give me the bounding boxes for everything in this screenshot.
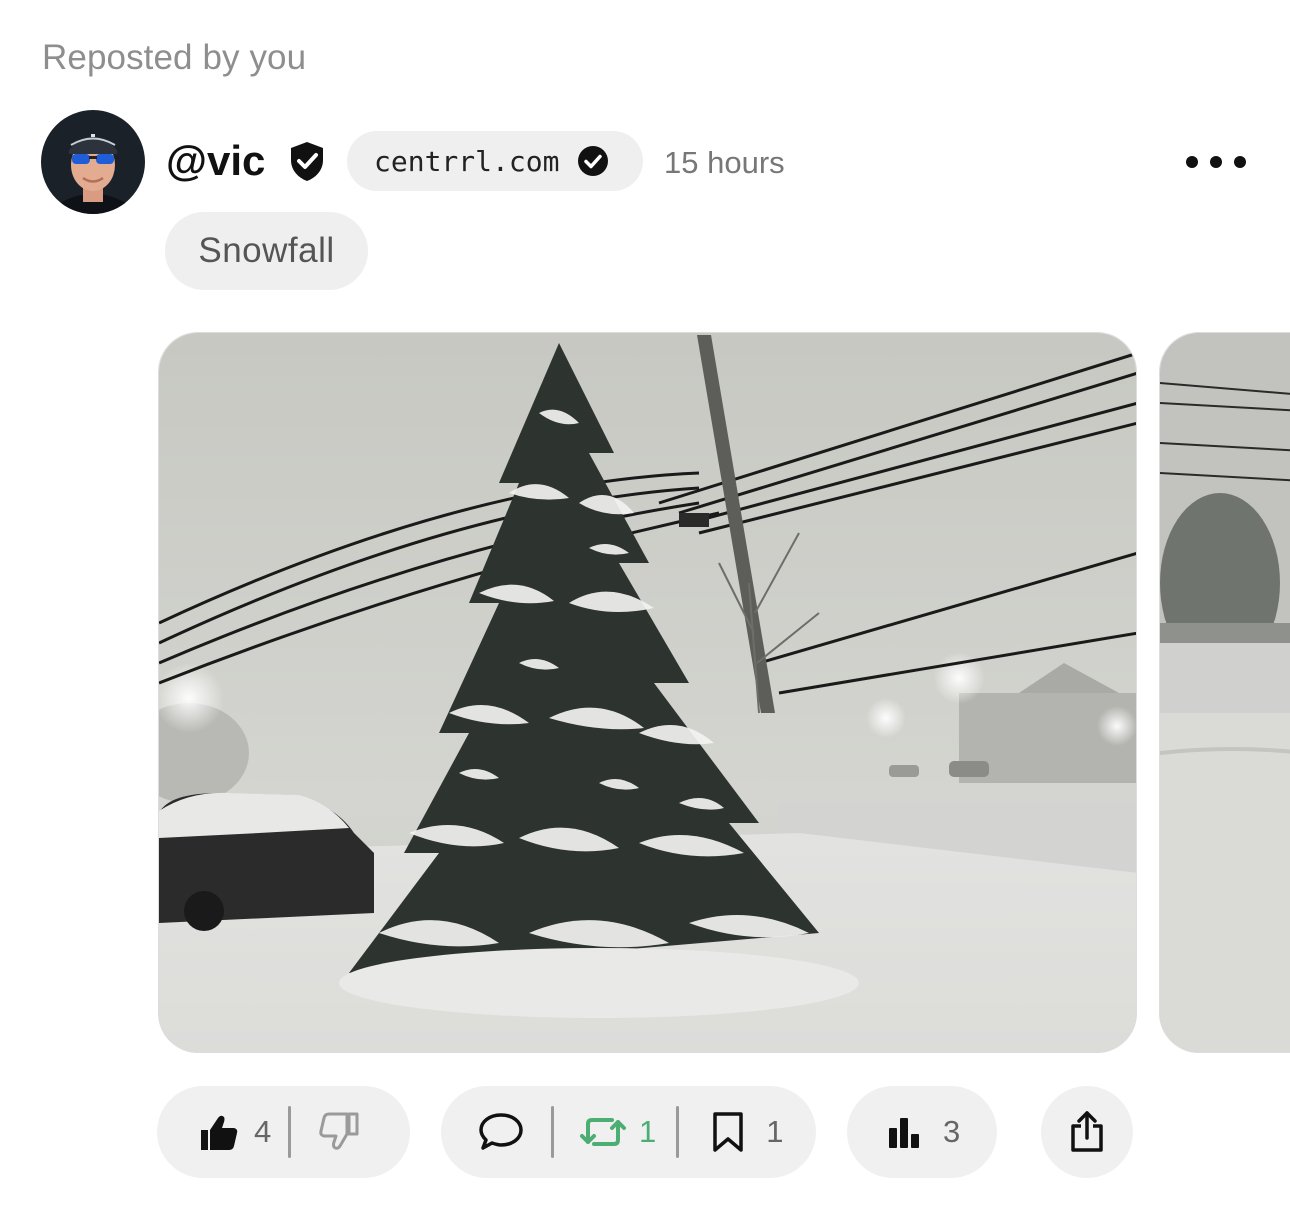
reactions-group: 4: [157, 1086, 410, 1178]
snow-scene-image: [159, 333, 1136, 1052]
thumbs-down-icon: [319, 1112, 359, 1150]
repost-count: 1: [639, 1114, 657, 1149]
post-timestamp: 15 hours: [664, 145, 785, 180]
avatar[interactable]: [41, 110, 145, 214]
topic-chip[interactable]: Snowfall: [165, 212, 368, 290]
post-image-1[interactable]: [158, 332, 1137, 1053]
divider: [288, 1106, 292, 1158]
repost-button[interactable]: [579, 1112, 627, 1152]
domain-badge[interactable]: centrrl.com: [347, 131, 643, 191]
verified-shield-icon: [287, 140, 327, 182]
speech-bubble-icon: [479, 1113, 523, 1150]
check-circle-icon: [578, 146, 609, 176]
like-button[interactable]: [197, 1110, 241, 1154]
share-icon: [1071, 1111, 1103, 1152]
stats-button[interactable]: 3: [847, 1086, 997, 1178]
bookmark-icon: [713, 1112, 743, 1152]
view-count: 3: [943, 1114, 961, 1149]
post-image-2[interactable]: [1159, 332, 1290, 1053]
bookmark-button[interactable]: [710, 1110, 746, 1154]
like-count: 4: [254, 1114, 272, 1149]
engagement-group: 1 1: [441, 1086, 816, 1178]
share-button[interactable]: [1041, 1086, 1133, 1178]
author-handle[interactable]: @vic: [166, 137, 265, 185]
ellipsis-dot: [1234, 156, 1246, 168]
avatar-image: [41, 110, 145, 214]
bar-chart-icon: [889, 1118, 919, 1148]
divider: [551, 1106, 554, 1158]
ellipsis-icon: [1186, 156, 1198, 168]
bookmark-count: 1: [766, 1114, 784, 1149]
repost-label: Reposted by you: [42, 38, 307, 77]
divider: [676, 1106, 680, 1158]
ellipsis-dot: [1210, 156, 1222, 168]
domain-text: centrrl.com: [374, 144, 560, 178]
thumbs-up-icon: [201, 1115, 238, 1150]
more-options-button[interactable]: [1186, 145, 1246, 179]
repost-arrows-icon: [580, 1118, 626, 1146]
dislike-button[interactable]: [318, 1110, 362, 1154]
snow-scene-image-2: [1160, 333, 1290, 1052]
comment-button[interactable]: [478, 1111, 524, 1153]
